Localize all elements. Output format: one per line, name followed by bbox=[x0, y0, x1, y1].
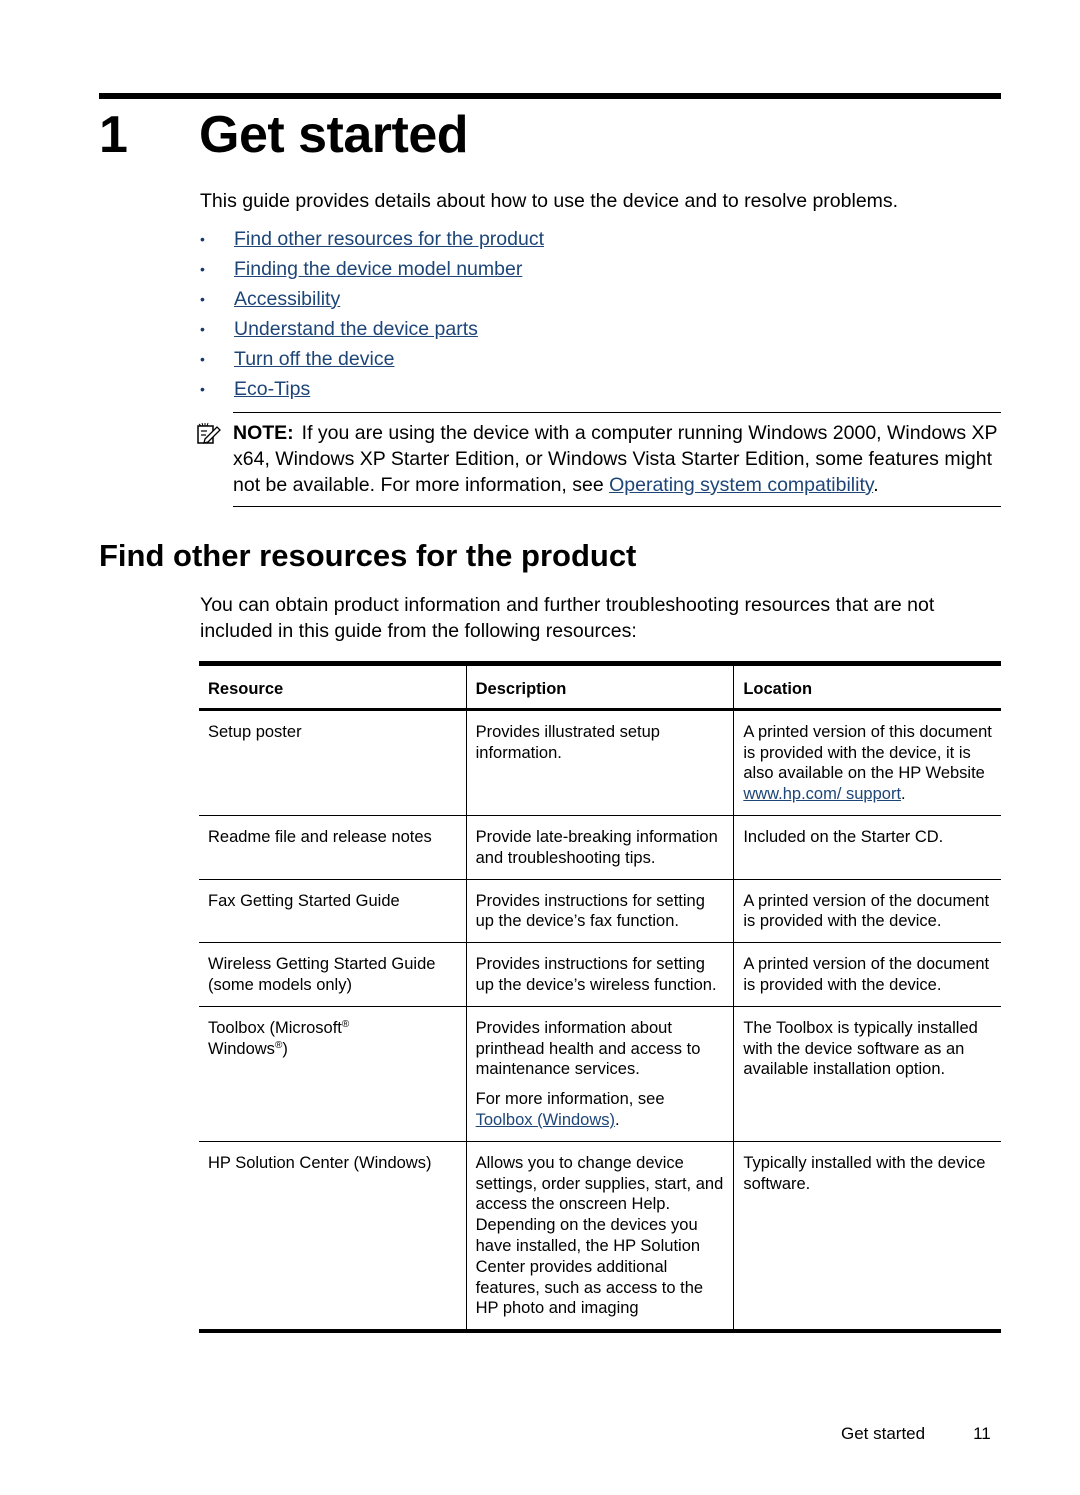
toc-link-model-number[interactable]: Finding the device model number bbox=[234, 258, 522, 281]
description-more: For more information, see Toolbox (Windo… bbox=[476, 1089, 725, 1131]
toc-link-turn-off[interactable]: Turn off the device bbox=[234, 348, 394, 371]
toc-item: • Finding the device model number bbox=[200, 254, 544, 284]
page-footer: Get started 11 bbox=[841, 1424, 991, 1444]
cell-resource: Setup poster bbox=[199, 709, 467, 816]
chapter-top-rule bbox=[99, 93, 1001, 99]
header-location: Location bbox=[733, 661, 1001, 711]
description-more-text: For more information, see bbox=[475, 1090, 665, 1109]
os-compatibility-link[interactable]: Operating system compatibility bbox=[609, 474, 873, 496]
registered-mark: ® bbox=[341, 1018, 350, 1030]
toc-item: • Find other resources for the product bbox=[200, 224, 544, 254]
cell-location: A printed version of this document is pr… bbox=[733, 709, 1001, 816]
cell-resource: HP Solution Center (Windows) bbox=[199, 1141, 467, 1334]
note-label: NOTE: bbox=[233, 422, 294, 444]
bullet-icon: • bbox=[200, 381, 205, 397]
description-text: Provides information about printhead hea… bbox=[475, 1018, 701, 1079]
cell-resource: Readme file and release notes bbox=[199, 815, 467, 880]
note-end: . bbox=[873, 474, 879, 496]
toc-item: • Turn off the device bbox=[200, 344, 544, 374]
table-row: Setup poster Provides illustrated setup … bbox=[199, 709, 1001, 816]
description-end: . bbox=[615, 1110, 620, 1129]
location-text: A printed version of this document is pr… bbox=[743, 722, 992, 783]
note-pencil-icon bbox=[197, 422, 221, 444]
cell-description: Provides instructions for setting up the… bbox=[465, 942, 734, 1007]
chapter-number: 1 bbox=[99, 106, 128, 164]
cell-resource: Fax Getting Started Guide bbox=[199, 879, 467, 944]
bullet-icon: • bbox=[200, 261, 205, 277]
header-description: Description bbox=[465, 661, 734, 711]
toc-item: • Eco-Tips bbox=[200, 374, 544, 404]
bullet-icon: • bbox=[200, 321, 205, 337]
header-resource: Resource bbox=[199, 661, 467, 711]
toc-link-find-resources[interactable]: Find other resources for the product bbox=[234, 228, 544, 251]
resource-text: Windows bbox=[208, 1039, 275, 1058]
table-row: HP Solution Center (Windows) Allows you … bbox=[199, 1141, 1001, 1334]
bullet-icon: • bbox=[200, 231, 205, 247]
table-row: Wireless Getting Started Guide (some mod… bbox=[199, 942, 1001, 1007]
cell-description: Provides information about printhead hea… bbox=[465, 1006, 734, 1142]
table-row: Readme file and release notes Provide la… bbox=[199, 815, 1001, 880]
table-header-row: Resource Description Location bbox=[199, 661, 1001, 711]
toc-link-eco-tips[interactable]: Eco-Tips bbox=[234, 378, 310, 401]
toolbox-windows-link[interactable]: Toolbox (Windows) bbox=[476, 1111, 615, 1129]
toc-item: • Understand the device parts bbox=[200, 314, 544, 344]
section-paragraph: You can obtain product information and f… bbox=[200, 594, 935, 642]
chapter-title: Get started bbox=[199, 106, 469, 164]
cell-location: The Toolbox is typically installed with … bbox=[733, 1006, 1001, 1142]
toc-link-accessibility[interactable]: Accessibility bbox=[234, 288, 340, 311]
section-heading: Find other resources for the product bbox=[99, 538, 637, 573]
bullet-icon: • bbox=[200, 291, 205, 307]
cell-description: Provides illustrated setup information. bbox=[465, 709, 734, 816]
note-box: NOTE: If you are using the device with a … bbox=[197, 412, 1001, 507]
toc-list: • Find other resources for the product • F… bbox=[200, 224, 544, 404]
cell-location: A printed version of the document is pro… bbox=[733, 942, 1001, 1007]
bullet-icon: • bbox=[200, 351, 205, 367]
footer-section: Get started bbox=[841, 1424, 926, 1443]
toc-link-device-parts[interactable]: Understand the device parts bbox=[234, 318, 478, 341]
cell-description: Provides instructions for setting up the… bbox=[465, 879, 734, 944]
cell-description: Allows you to change device settings, or… bbox=[465, 1141, 734, 1334]
resource-text: ) bbox=[282, 1039, 288, 1058]
chapter-heading: 1 Get started bbox=[99, 100, 469, 170]
resource-text: Toolbox (Microsoft bbox=[208, 1018, 342, 1037]
cell-location: Included on the Starter CD. bbox=[733, 815, 1001, 880]
cell-resource: Toolbox (Microsoft® Windows®) bbox=[199, 1006, 467, 1142]
table-row: Fax Getting Started Guide Provides instr… bbox=[199, 879, 1001, 944]
toc-item: • Accessibility bbox=[200, 284, 544, 314]
location-end: . bbox=[901, 785, 906, 804]
page-number: 11 bbox=[973, 1424, 991, 1443]
cell-description: Provide late-breaking information and tr… bbox=[465, 815, 734, 880]
table-row: Toolbox (Microsoft® Windows®) Provides in… bbox=[199, 1006, 1001, 1142]
cell-location: A printed version of the document is pro… bbox=[733, 879, 1001, 944]
cell-resource: Wireless Getting Started Guide (some mod… bbox=[199, 942, 467, 1007]
hp-support-link[interactable]: www.hp.com/ support bbox=[743, 785, 901, 803]
resources-table: Resource Description Location Setup post… bbox=[199, 661, 1001, 1334]
cell-location: Typically installed with the device soft… bbox=[733, 1141, 1001, 1334]
intro-text: This guide provides details about how to… bbox=[200, 190, 899, 212]
